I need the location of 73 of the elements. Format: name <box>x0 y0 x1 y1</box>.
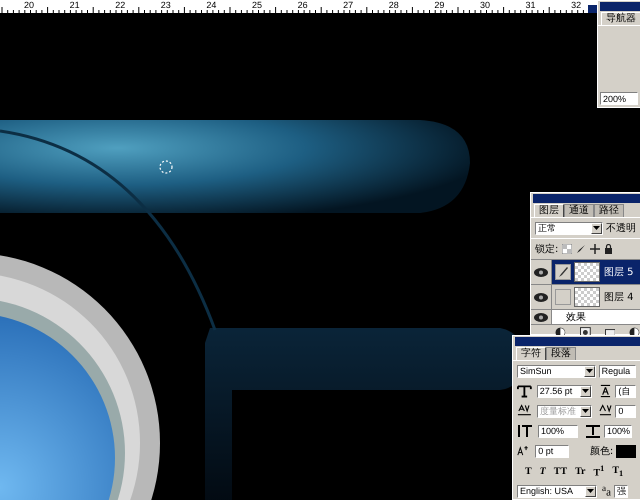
ruler-number: 25 <box>252 0 263 10</box>
leading-icon <box>599 384 612 398</box>
ruler-number: 23 <box>160 0 172 10</box>
antialias-dropdown[interactable]: 强 <box>614 484 628 498</box>
panel-title-bar <box>588 5 598 13</box>
ruler-number: 22 <box>115 0 126 10</box>
ruler-number: 27 <box>343 0 354 10</box>
brush-icon <box>576 244 586 254</box>
font-size-icon <box>517 384 532 398</box>
kerning-icon <box>517 404 532 418</box>
language-dropdown[interactable]: English: USA <box>517 484 597 498</box>
leading-field[interactable]: (自 <box>615 384 636 398</box>
zoom-field[interactable]: 200% <box>600 92 638 105</box>
baseline-shift-icon <box>517 444 530 458</box>
brush-icon <box>558 266 568 278</box>
opacity-label: 不透明 <box>606 222 636 235</box>
font-style-dropdown[interactable]: Regula <box>598 364 636 378</box>
layer-thumbnail <box>574 262 600 282</box>
vertical-scale-icon <box>517 424 533 438</box>
ruler-number: 28 <box>388 0 400 10</box>
ruler-number: 20 <box>24 0 36 10</box>
baseline-shift-field[interactable]: 0 pt <box>535 444 569 458</box>
ruler-number: 29 <box>434 0 446 10</box>
panel-tab[interactable]: 图层 <box>534 204 564 217</box>
panel-tab[interactable]: 路径 <box>594 204 624 217</box>
color-label: 颜色: <box>590 444 614 458</box>
color-swatch[interactable] <box>616 444 636 458</box>
panel-title-bar <box>600 2 640 11</box>
text-style-button[interactable]: Tr <box>575 466 586 476</box>
text-style-button[interactable]: T$^{1}$ <box>594 464 604 478</box>
checkerboard-icon <box>562 244 572 254</box>
caret-icon <box>587 489 594 493</box>
marquee-selection-icon <box>158 159 174 175</box>
text-style-button[interactable]: T <box>525 466 532 476</box>
eye-icon[interactable] <box>534 292 548 302</box>
ruler-number: 31 <box>526 0 537 10</box>
tracking-field[interactable]: 0 <box>615 404 636 418</box>
panel-tab[interactable]: 导航器 <box>601 12 640 25</box>
ruler-number: 30 <box>480 0 491 10</box>
panel-tab[interactable]: 段落 <box>546 347 576 360</box>
eye-icon[interactable] <box>534 268 548 276</box>
tracking-icon <box>599 404 612 418</box>
layer-thumbnail <box>574 287 600 307</box>
move-icon <box>590 244 600 254</box>
ruler-number: 24 <box>206 0 218 10</box>
panel-tab[interactable]: 字符 <box>516 347 546 360</box>
layer-name: 图层 5 <box>604 266 634 279</box>
text-style-button[interactable]: TT <box>554 466 568 476</box>
ruler-number: 21 <box>70 0 81 10</box>
caret-icon <box>586 369 593 373</box>
horizontal-scale-icon <box>585 424 601 438</box>
ruler-number: 32 <box>571 0 582 10</box>
antialias-label: $^{a}$a <box>602 483 611 499</box>
layer-row[interactable]: 效果 <box>531 310 640 325</box>
horizontal-scale-field[interactable]: 100% <box>604 424 632 438</box>
caret-icon <box>582 409 590 413</box>
layer-row[interactable]: 图层 4 <box>531 285 640 310</box>
caret-icon <box>582 389 590 393</box>
caret-icon <box>593 226 600 230</box>
font-size-field[interactable]: 27.56 pt <box>536 384 592 398</box>
blend-mode-dropdown[interactable]: 正常 <box>535 222 603 234</box>
lock-icon <box>604 244 614 254</box>
text-style-button[interactable]: T$_{1}$ <box>612 464 624 478</box>
effect-label: 效果 <box>566 311 586 324</box>
font-family-dropdown[interactable]: SimSun <box>517 364 596 378</box>
eye-icon[interactable] <box>534 312 548 322</box>
panel-tab[interactable]: 通道 <box>564 204 594 217</box>
text-style-button[interactable]: T <box>540 466 546 476</box>
layer-row[interactable]: 图层 5 <box>531 260 640 285</box>
vertical-scale-field[interactable]: 100% <box>538 424 578 438</box>
ruler-number: 26 <box>298 0 309 10</box>
lock-label: 锁定: <box>535 242 558 256</box>
layer-name: 图层 4 <box>604 291 634 304</box>
